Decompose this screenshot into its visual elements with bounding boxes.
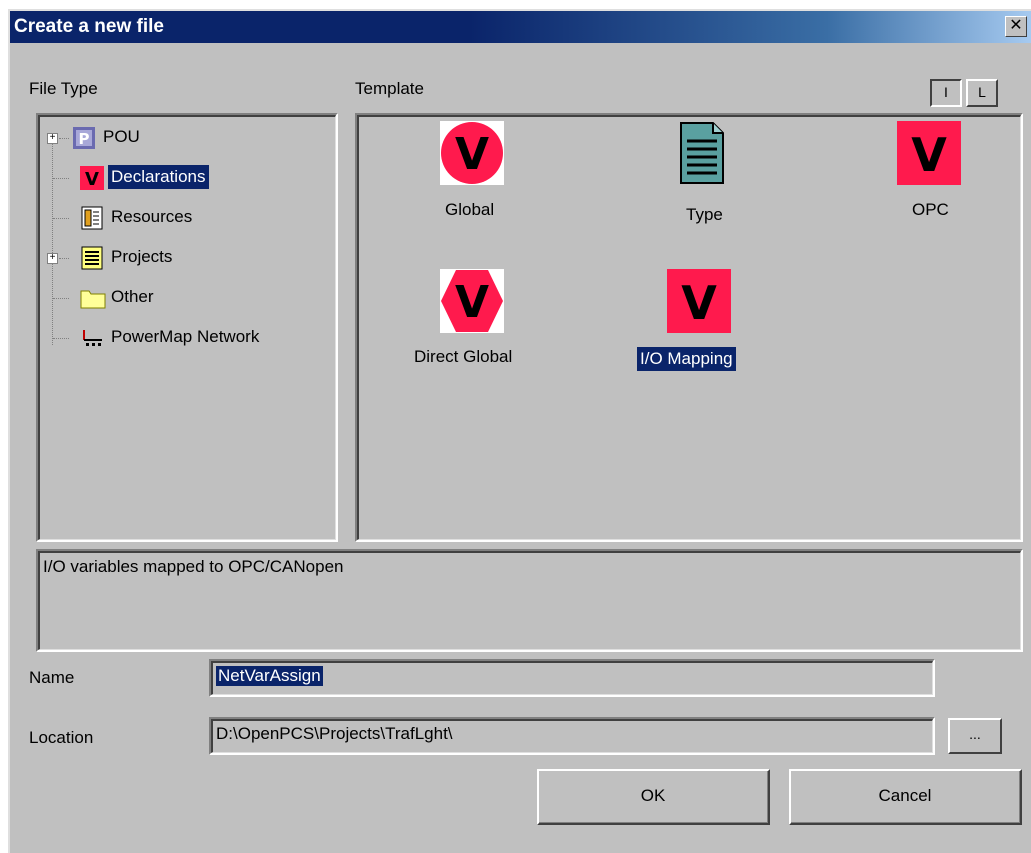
- location-label: Location: [29, 728, 94, 747]
- tree-line: [59, 138, 69, 139]
- template-item-opc[interactable]: V OPC: [869, 121, 989, 231]
- tree-line: [53, 218, 69, 219]
- svg-text:V: V: [455, 129, 489, 180]
- template-label-opc: OPC: [912, 200, 949, 219]
- location-value: D:\OpenPCS\Projects\TrafLght\: [216, 724, 453, 743]
- tree-item-other[interactable]: Other: [108, 285, 157, 309]
- file-type-tree[interactable]: + P POU V Declarations Resources + Proje…: [36, 113, 338, 542]
- template-item-type[interactable]: Type: [639, 121, 759, 231]
- tree-item-resources[interactable]: Resources: [108, 205, 195, 229]
- create-file-dialog: Create a new file ✕ File Type Template I…: [8, 9, 1031, 853]
- location-field[interactable]: D:\OpenPCS\Projects\TrafLght\: [209, 717, 935, 755]
- template-label: Template: [355, 79, 424, 98]
- name-field[interactable]: NetVarAssign: [209, 659, 935, 697]
- expand-icon[interactable]: +: [47, 253, 58, 264]
- projects-icon: [80, 246, 104, 270]
- ok-button[interactable]: OK: [537, 769, 770, 825]
- v-square-icon: V: [897, 121, 961, 185]
- tree-line: [59, 258, 69, 259]
- tree-item-pou[interactable]: POU: [100, 125, 143, 149]
- v-circle-icon: V: [440, 121, 504, 185]
- template-label-io-mapping: I/O Mapping: [637, 347, 736, 371]
- cancel-label: Cancel: [791, 771, 1020, 823]
- tree-item-declarations[interactable]: Declarations: [108, 165, 209, 189]
- list-view-label: L: [978, 84, 986, 100]
- tree-line: [52, 137, 53, 345]
- description-box: I/O variables mapped to OPC/CANopen: [36, 549, 1023, 652]
- close-icon[interactable]: ✕: [1005, 16, 1027, 37]
- tree-item-powermap-network[interactable]: PowerMap Network: [108, 325, 262, 349]
- browse-button[interactable]: ...: [948, 718, 1002, 754]
- dialog-title: Create a new file: [14, 16, 164, 37]
- template-item-io-mapping[interactable]: V I/O Mapping: [629, 269, 769, 379]
- tree-line: [53, 298, 69, 299]
- v-square-icon: V: [667, 269, 731, 333]
- icon-view-label: I: [944, 84, 948, 100]
- resources-icon: [80, 206, 104, 230]
- template-item-global[interactable]: V Global: [409, 121, 529, 231]
- template-label-global: Global: [445, 200, 495, 219]
- svg-text:V: V: [455, 277, 489, 328]
- browse-label: ...: [969, 726, 981, 742]
- network-icon: [80, 326, 104, 350]
- cancel-button[interactable]: Cancel: [789, 769, 1022, 825]
- tree-item-projects[interactable]: Projects: [108, 245, 175, 269]
- svg-text:V: V: [911, 128, 947, 182]
- title-bar[interactable]: Create a new file ✕: [10, 11, 1031, 43]
- folder-icon: [80, 286, 106, 310]
- svg-text:V: V: [85, 169, 99, 190]
- tree-line: [53, 178, 69, 179]
- icon-view-button[interactable]: I: [930, 79, 962, 107]
- declarations-icon: V: [80, 166, 104, 190]
- expand-icon[interactable]: +: [47, 133, 58, 144]
- tree-line: [53, 338, 69, 339]
- ok-label: OK: [539, 771, 768, 823]
- svg-text:P: P: [79, 130, 90, 148]
- pou-icon: P: [72, 126, 96, 150]
- template-item-direct-global[interactable]: V Direct Global: [409, 269, 549, 379]
- document-icon: [669, 121, 733, 185]
- v-hexagon-icon: V: [440, 269, 504, 333]
- template-list[interactable]: V Global Type V OPC V Direct Global V I/…: [355, 113, 1023, 542]
- name-value: NetVarAssign: [216, 666, 323, 686]
- template-label-type: Type: [686, 205, 723, 224]
- list-view-button[interactable]: L: [966, 79, 998, 107]
- svg-text:V: V: [681, 276, 717, 330]
- description-text: I/O variables mapped to OPC/CANopen: [43, 557, 344, 576]
- template-label-direct-global: Direct Global: [414, 347, 513, 366]
- file-type-label: File Type: [29, 79, 98, 98]
- name-label: Name: [29, 668, 75, 687]
